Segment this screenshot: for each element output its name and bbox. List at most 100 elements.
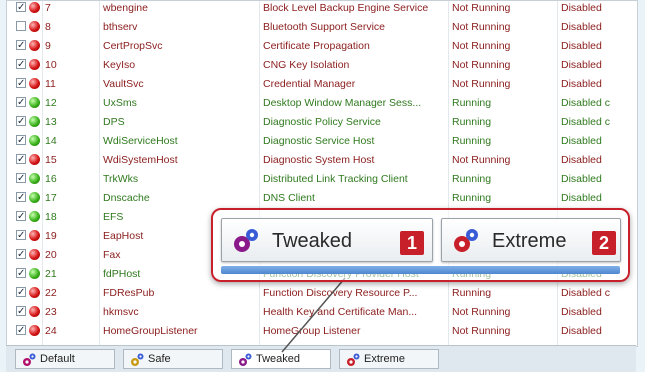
callout-number-badge: 2 xyxy=(592,231,616,255)
service-display-name: CNG Key Isolation xyxy=(263,59,350,71)
stopped-status-icon xyxy=(29,306,40,317)
profile-callout: Tweaked 1 Extreme 2 xyxy=(211,208,630,282)
service-startup-type: Disabled xyxy=(561,2,602,14)
service-display-name: Diagnostic System Host xyxy=(263,154,375,166)
service-display-name: Certificate Propagation xyxy=(263,40,370,52)
row-number: 11 xyxy=(45,78,56,90)
service-startup-type: Disabled xyxy=(561,135,602,147)
service-name: DPS xyxy=(103,116,125,128)
gears-icon xyxy=(347,353,360,366)
service-row[interactable]: ✓ 23 hkmsvc Health Key and Certificate Man.… xyxy=(7,303,637,321)
service-display-name: Distributed Link Tracking Client xyxy=(263,173,408,185)
row-checkbox[interactable]: ✓ xyxy=(16,116,26,127)
row-number: 8 xyxy=(45,21,51,33)
row-checkbox[interactable]: ✓ xyxy=(16,325,26,336)
service-display-name: Desktop Window Manager Sess... xyxy=(263,97,422,109)
service-status: Running xyxy=(452,97,492,109)
service-display-name: Diagnostic Policy Service xyxy=(263,116,381,128)
stopped-status-icon xyxy=(29,287,40,298)
tab-extreme[interactable]: Extreme xyxy=(339,349,439,369)
service-display-name: DNS Client xyxy=(263,192,315,204)
gears-icon xyxy=(234,229,258,252)
service-name: bthserv xyxy=(103,21,138,33)
service-status: Not Running xyxy=(452,59,511,71)
row-checkbox[interactable]: ✓ xyxy=(16,249,26,260)
row-checkbox[interactable]: ✓ xyxy=(16,59,26,70)
service-row[interactable]: ✓ 13 DPS Diagnostic Policy Service Running Di… xyxy=(7,113,637,131)
service-row[interactable]: ✓ 11 VaultSvc Credential Manager Not Running… xyxy=(7,75,637,93)
service-row[interactable]: ✓ 17 Dnscache DNS Client Running Disabled xyxy=(7,189,637,207)
stopped-status-icon xyxy=(29,78,40,89)
running-status-icon xyxy=(29,116,40,127)
service-startup-type: Disabled xyxy=(561,192,602,204)
service-startup-type: Disabled xyxy=(561,78,602,90)
service-row[interactable]: ✓ 22 FDResPub Function Discovery Resource P… xyxy=(7,284,637,302)
row-checkbox[interactable]: ✓ xyxy=(16,230,26,241)
gears-icon xyxy=(131,353,144,366)
row-checkbox[interactable]: ✓ xyxy=(16,287,26,298)
service-status: Not Running xyxy=(452,78,511,90)
tab-label: Default xyxy=(40,353,75,365)
service-display-name: Health Key and Certificate Man... xyxy=(263,306,418,318)
service-row[interactable]: 8 bthserv Bluetooth Support Service Not Run… xyxy=(7,18,637,36)
row-checkbox[interactable]: ✓ xyxy=(16,2,26,13)
gears-icon xyxy=(239,353,252,366)
service-row[interactable]: ✓ 10 KeyIso CNG Key Isolation Not Running Dis… xyxy=(7,56,637,74)
row-checkbox[interactable] xyxy=(16,21,26,31)
service-status: Running xyxy=(452,135,492,147)
tab-label: Safe xyxy=(148,353,171,365)
service-startup-type: Disabled c xyxy=(561,287,611,299)
running-status-icon xyxy=(29,211,40,222)
service-display-name: Bluetooth Support Service xyxy=(263,21,385,33)
row-number: 24 xyxy=(45,325,57,337)
row-number: 10 xyxy=(45,59,57,71)
row-number: 15 xyxy=(45,154,57,166)
service-row[interactable]: ✓ 24 HomeGroupListener HomeGroup Listener No… xyxy=(7,322,637,340)
service-status: Not Running xyxy=(452,154,511,166)
row-checkbox[interactable]: ✓ xyxy=(16,40,26,51)
row-checkbox[interactable]: ✓ xyxy=(16,211,26,222)
service-name: WdiServiceHost xyxy=(103,135,178,147)
service-startup-type: Disabled xyxy=(561,59,602,71)
tweaked-callout-button[interactable]: Tweaked 1 xyxy=(221,218,433,262)
row-checkbox[interactable]: ✓ xyxy=(16,97,26,108)
row-checkbox[interactable]: ✓ xyxy=(16,306,26,317)
running-status-icon xyxy=(29,192,40,203)
gears-icon xyxy=(454,229,478,252)
service-row[interactable]: ✓ 9 CertPropSvc Certificate Propagation Not … xyxy=(7,37,637,55)
service-startup-type: Disabled c xyxy=(561,116,611,128)
stopped-status-icon xyxy=(29,2,40,13)
row-checkbox[interactable]: ✓ xyxy=(16,78,26,89)
row-checkbox[interactable]: ✓ xyxy=(16,154,26,165)
service-row[interactable]: ✓ 7 wbengine Block Level Backup Engine Serv… xyxy=(7,1,637,17)
service-status: Not Running xyxy=(452,40,511,52)
tweaked-callout-label: Tweaked xyxy=(272,230,353,252)
service-startup-type: Disabled xyxy=(561,21,602,33)
row-checkbox[interactable]: ✓ xyxy=(16,268,26,279)
service-row[interactable]: ✓ 12 UxSms Desktop Window Manager Sess... Ru… xyxy=(7,94,637,112)
running-status-icon xyxy=(29,173,40,184)
extreme-callout-button[interactable]: Extreme 2 xyxy=(441,218,621,262)
service-row[interactable]: ✓ 16 TrkWks Distributed Link Tracking Clien… xyxy=(7,170,637,188)
service-status: Running xyxy=(452,116,492,128)
tab-safe[interactable]: Safe xyxy=(123,349,223,369)
tab-tweaked[interactable]: Tweaked xyxy=(231,349,331,369)
tab-label: Extreme xyxy=(364,353,405,365)
row-checkbox[interactable]: ✓ xyxy=(16,135,26,146)
stopped-status-icon xyxy=(29,40,40,51)
service-name: Dnscache xyxy=(103,192,150,204)
services-window: ✓ 7 wbengine Block Level Backup Engine Serv… xyxy=(6,0,638,347)
service-display-name: Function Discovery Resource P... xyxy=(263,287,418,299)
row-checkbox[interactable]: ✓ xyxy=(16,173,26,184)
row-number: 12 xyxy=(45,97,57,109)
service-name: KeyIso xyxy=(103,59,136,71)
row-checkbox[interactable]: ✓ xyxy=(16,192,26,203)
row-number: 14 xyxy=(45,135,57,147)
row-number: 23 xyxy=(45,306,57,318)
service-row[interactable]: ✓ 14 WdiServiceHost Diagnostic Service Host… xyxy=(7,132,637,150)
tab-default[interactable]: Default xyxy=(15,349,115,369)
gears-icon xyxy=(23,353,36,366)
service-row[interactable]: ✓ 15 WdiSystemHost Diagnostic System Host No… xyxy=(7,151,637,169)
stopped-status-icon xyxy=(29,325,40,336)
row-number: 22 xyxy=(45,287,57,299)
